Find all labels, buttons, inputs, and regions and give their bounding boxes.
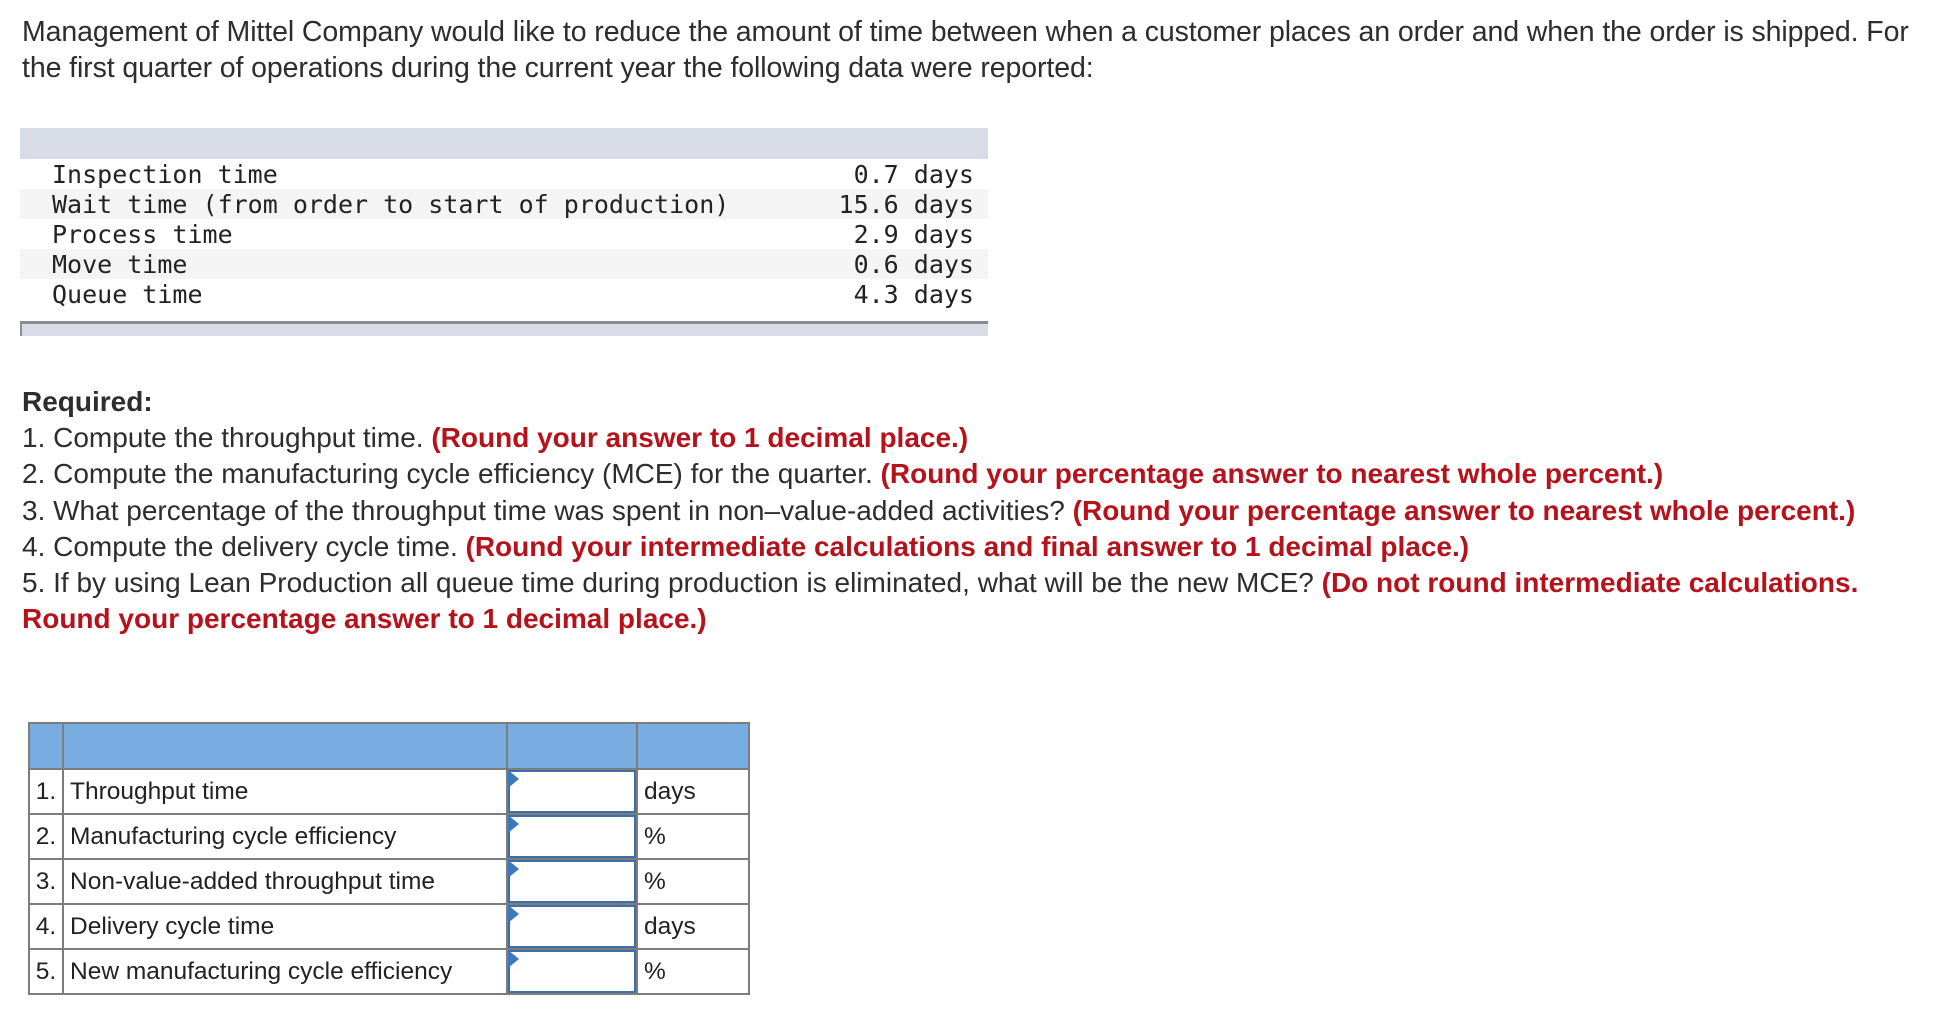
delivery-cycle-time-input[interactable] <box>508 905 636 948</box>
new-mce-input[interactable] <box>508 950 636 993</box>
throughput-time-input[interactable] <box>508 770 636 813</box>
mce-input[interactable] <box>508 815 636 858</box>
input-flag-icon <box>508 860 519 878</box>
required-item: 4. Compute the delivery cycle time. (Rou… <box>22 529 1922 565</box>
answer-row: 3. Non-value-added throughput time % <box>28 858 750 905</box>
data-value: 2.9 days <box>853 219 974 249</box>
row-label: Non-value-added throughput time <box>62 858 508 905</box>
answer-row: 1. Throughput time days <box>28 768 750 815</box>
unit-label: days <box>636 768 750 815</box>
answer-cell <box>506 768 638 815</box>
answer-row: 5. New manufacturing cycle efficiency % <box>28 948 750 995</box>
rounding-note: (Round your percentage answer to nearest… <box>1072 494 1856 526</box>
data-row: Process time 2.9 days <box>20 219 988 249</box>
header-cell <box>506 722 638 770</box>
unit-label: % <box>636 948 750 995</box>
input-flag-icon <box>508 905 519 923</box>
required-text: 4. Compute the delivery cycle time. <box>22 530 466 562</box>
data-row: Wait time (from order to start of produc… <box>20 189 988 219</box>
row-label: New manufacturing cycle efficiency <box>62 948 508 995</box>
unit-label: days <box>636 903 750 950</box>
data-label: Move time <box>52 249 188 279</box>
time-data-table: Inspection time 0.7 days Wait time (from… <box>20 128 988 336</box>
problem-intro: Management of Mittel Company would like … <box>22 16 1909 84</box>
unit-label: % <box>636 858 750 905</box>
rounding-note: (Round your answer to 1 decimal place.) <box>431 422 969 454</box>
non-value-added-input[interactable] <box>508 860 636 903</box>
header-cell <box>62 722 508 770</box>
answer-row: 2. Manufacturing cycle efficiency % <box>28 813 750 860</box>
required-item: 2. Compute the manufacturing cycle effic… <box>22 456 1922 492</box>
data-value: 0.6 days <box>853 249 974 279</box>
required-text: 1. Compute the throughput time. <box>22 422 432 454</box>
answer-table: 1. Throughput time days 2. Manufacturing… <box>28 722 750 995</box>
data-label: Queue time <box>52 279 203 309</box>
answer-cell <box>506 858 638 905</box>
row-number: 5. <box>28 948 64 995</box>
data-value: 15.6 days <box>838 189 974 219</box>
row-label: Throughput time <box>62 768 508 815</box>
data-label: Process time <box>52 219 233 249</box>
row-number: 3. <box>28 858 64 905</box>
answer-row: 4. Delivery cycle time days <box>28 903 750 950</box>
data-row: Move time 0.6 days <box>20 249 988 279</box>
data-row: Queue time 4.3 days <box>20 279 988 309</box>
answer-cell <box>506 948 638 995</box>
data-value: 4.3 days <box>853 279 974 309</box>
required-title: Required: <box>22 386 153 417</box>
answer-table-header <box>28 722 750 770</box>
required-item: 1. Compute the throughput time. (Round y… <box>22 420 1922 456</box>
required-text: 5. If by using Lean Production all queue… <box>22 567 1322 599</box>
data-row: Inspection time 0.7 days <box>20 159 988 189</box>
row-label: Manufacturing cycle efficiency <box>62 813 508 860</box>
data-table-footer <box>20 321 988 336</box>
required-section: Required: 1. Compute the throughput time… <box>22 384 1922 637</box>
data-label: Inspection time <box>52 159 278 189</box>
row-label: Delivery cycle time <box>62 903 508 950</box>
required-item: 3. What percentage of the throughput tim… <box>22 493 1922 529</box>
rounding-note: (Round your intermediate calculations an… <box>465 530 1470 562</box>
row-number: 2. <box>28 813 64 860</box>
header-cell <box>28 722 64 770</box>
required-text: 2. Compute the manufacturing cycle effic… <box>22 458 881 490</box>
input-flag-icon <box>508 950 519 968</box>
rounding-note: (Round your percentage answer to nearest… <box>880 458 1664 490</box>
required-item: 5. If by using Lean Production all queue… <box>22 565 1922 637</box>
data-table-header <box>20 128 988 159</box>
header-cell <box>636 722 750 770</box>
required-text: 3. What percentage of the throughput tim… <box>22 494 1073 526</box>
data-label: Wait time (from order to start of produc… <box>52 189 730 219</box>
unit-label: % <box>636 813 750 860</box>
data-value: 0.7 days <box>853 159 974 189</box>
row-number: 1. <box>28 768 64 815</box>
input-flag-icon <box>508 770 519 788</box>
row-number: 4. <box>28 903 64 950</box>
answer-cell <box>506 903 638 950</box>
input-flag-icon <box>508 815 519 833</box>
answer-cell <box>506 813 638 860</box>
